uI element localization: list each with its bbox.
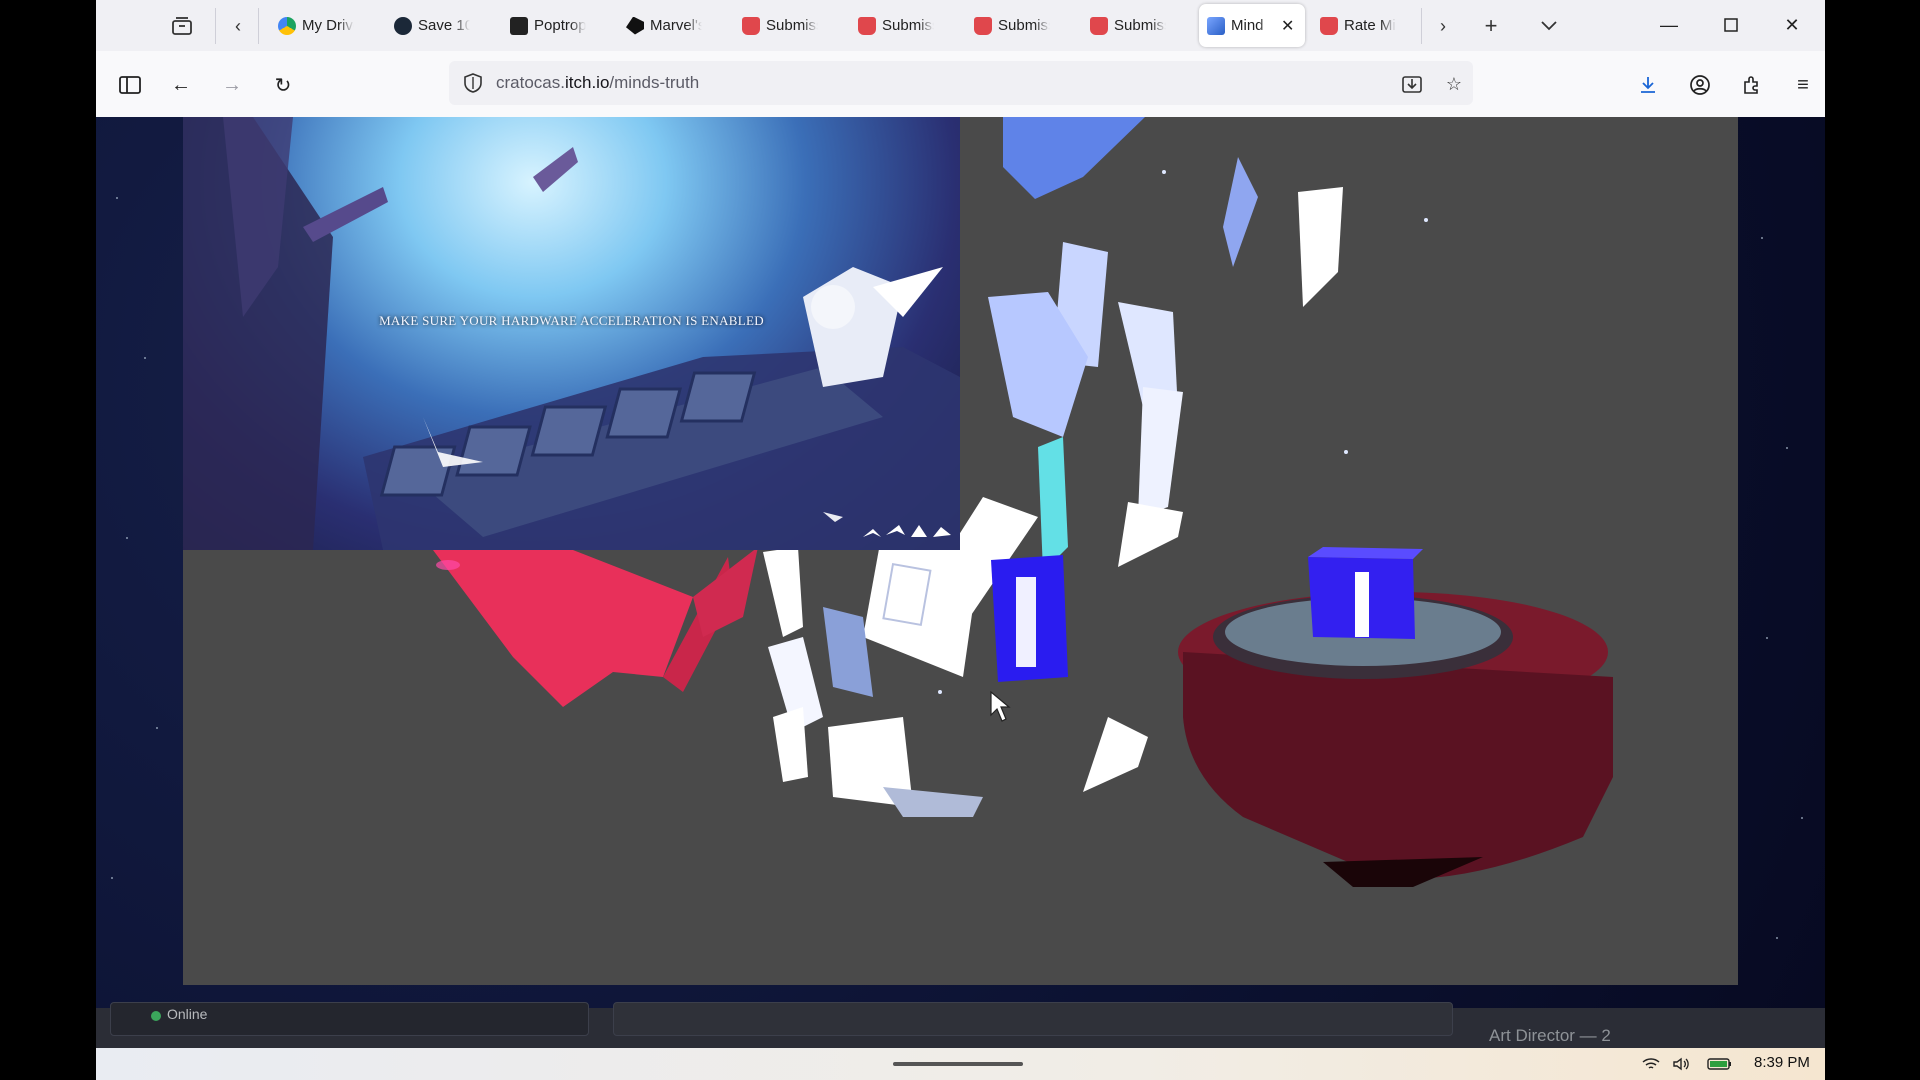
tab-label: My Drive [302, 17, 354, 34]
tab-marvels[interactable]: Marvel's [618, 4, 726, 47]
tab-steam-sale[interactable]: Save 10% [386, 4, 494, 47]
minimize-icon[interactable]: — [1646, 8, 1692, 42]
maximize-icon[interactable] [1708, 8, 1754, 42]
itch-icon [1320, 16, 1338, 35]
page-content: MAKE SURE YOUR HARDWARE ACCELERATION IS … [96, 117, 1825, 1008]
poptropica-icon [510, 16, 528, 35]
tab-label: Submission [766, 17, 818, 34]
tab-minds-truth[interactable]: Mind ✕ [1199, 4, 1305, 47]
tab-submission-4[interactable]: Submission [1082, 4, 1190, 47]
game-canvas[interactable]: MAKE SURE YOUR HARDWARE ACCELERATION IS … [183, 117, 1738, 985]
tracking-protection-icon[interactable] [463, 73, 483, 93]
tab-label: Submission [998, 17, 1050, 34]
sidebar-toggle-icon[interactable] [113, 68, 147, 102]
battery-icon[interactable] [1706, 1054, 1734, 1074]
role-label: Art Director — 2 [1489, 1026, 1611, 1045]
forward-icon[interactable]: → [215, 68, 249, 102]
itch-icon [742, 16, 760, 35]
minds-truth-icon [1207, 16, 1225, 35]
status-text: Online [167, 1006, 208, 1022]
background-input-box [613, 1002, 1453, 1036]
tab-submission-1[interactable]: Submission [734, 4, 842, 47]
save-page-icon[interactable] [1399, 71, 1425, 97]
tab-groups-icon[interactable] [166, 10, 198, 42]
clock[interactable]: 8:39 PM [1754, 1054, 1810, 1071]
menu-icon[interactable]: ≡ [1786, 68, 1820, 102]
steam-icon [394, 16, 412, 35]
close-tab-icon[interactable]: ✕ [1281, 16, 1294, 36]
address-bar[interactable]: cratocas.itch.io/minds-truth ☆ [449, 61, 1473, 105]
screen: ‹ My Drive Save 10% Poptropica Marvel's … [96, 0, 1825, 1080]
url-text[interactable]: cratocas.itch.io/minds-truth [496, 73, 699, 93]
google-drive-icon [278, 16, 296, 35]
tab-label: Save 10% [418, 17, 470, 34]
url-path: /minds-truth [609, 73, 700, 92]
extensions-icon[interactable] [1735, 68, 1769, 102]
online-status-icon [151, 1011, 161, 1021]
list-all-tabs-icon[interactable] [1533, 10, 1565, 42]
downloads-icon[interactable] [1631, 68, 1665, 102]
playstation-icon [626, 16, 644, 35]
itch-icon [858, 16, 876, 35]
tab-submission-3[interactable]: Submission [966, 4, 1074, 47]
tab-my-drive[interactable]: My Drive [270, 4, 378, 47]
game-loading-banner: MAKE SURE YOUR HARDWARE ACCELERATION IS … [183, 117, 960, 550]
bookmark-star-icon[interactable]: ☆ [1441, 71, 1467, 97]
home-indicator[interactable] [893, 1062, 1023, 1066]
banner-artwork [183, 117, 960, 550]
scroll-tabs-left-icon[interactable]: ‹ [222, 10, 254, 42]
itch-icon [1090, 16, 1108, 35]
url-prefix: cratocas. [496, 73, 565, 92]
tab-label: Poptropica [534, 17, 586, 34]
hardware-acceleration-notice: MAKE SURE YOUR HARDWARE ACCELERATION IS … [379, 313, 764, 328]
tab-poptropica[interactable]: Poptropica [502, 4, 610, 47]
tab-label: Marvel's [650, 17, 702, 34]
status-box: Online [110, 1002, 589, 1036]
tab-label: Mind [1231, 17, 1264, 34]
tab-strip: ‹ My Drive Save 10% Poptropica Marvel's … [96, 0, 1825, 51]
scroll-tabs-right-icon[interactable]: › [1427, 10, 1459, 42]
tab-rate-mi[interactable]: Rate Mi [1312, 4, 1412, 47]
reload-icon[interactable]: ↻ [266, 68, 300, 102]
taskbar: 8:39 PM [96, 1048, 1825, 1080]
wifi-icon[interactable] [1641, 1054, 1661, 1074]
tab-label: Submission [882, 17, 934, 34]
close-window-icon[interactable]: ✕ [1769, 8, 1815, 42]
back-icon[interactable]: ← [164, 68, 198, 102]
navigation-toolbar: ← → ↻ cratocas.itch.io/minds-truth ☆ ≡ [96, 51, 1825, 118]
tab-submission-2[interactable]: Submission [850, 4, 958, 47]
volume-icon[interactable] [1671, 1054, 1691, 1074]
itch-icon [974, 16, 992, 35]
tab-label: Submission [1114, 17, 1166, 34]
tab-label: Rate Mi [1344, 17, 1396, 34]
url-domain: itch.io [564, 73, 610, 92]
new-tab-icon[interactable]: + [1475, 10, 1507, 42]
account-icon[interactable] [1683, 68, 1717, 102]
